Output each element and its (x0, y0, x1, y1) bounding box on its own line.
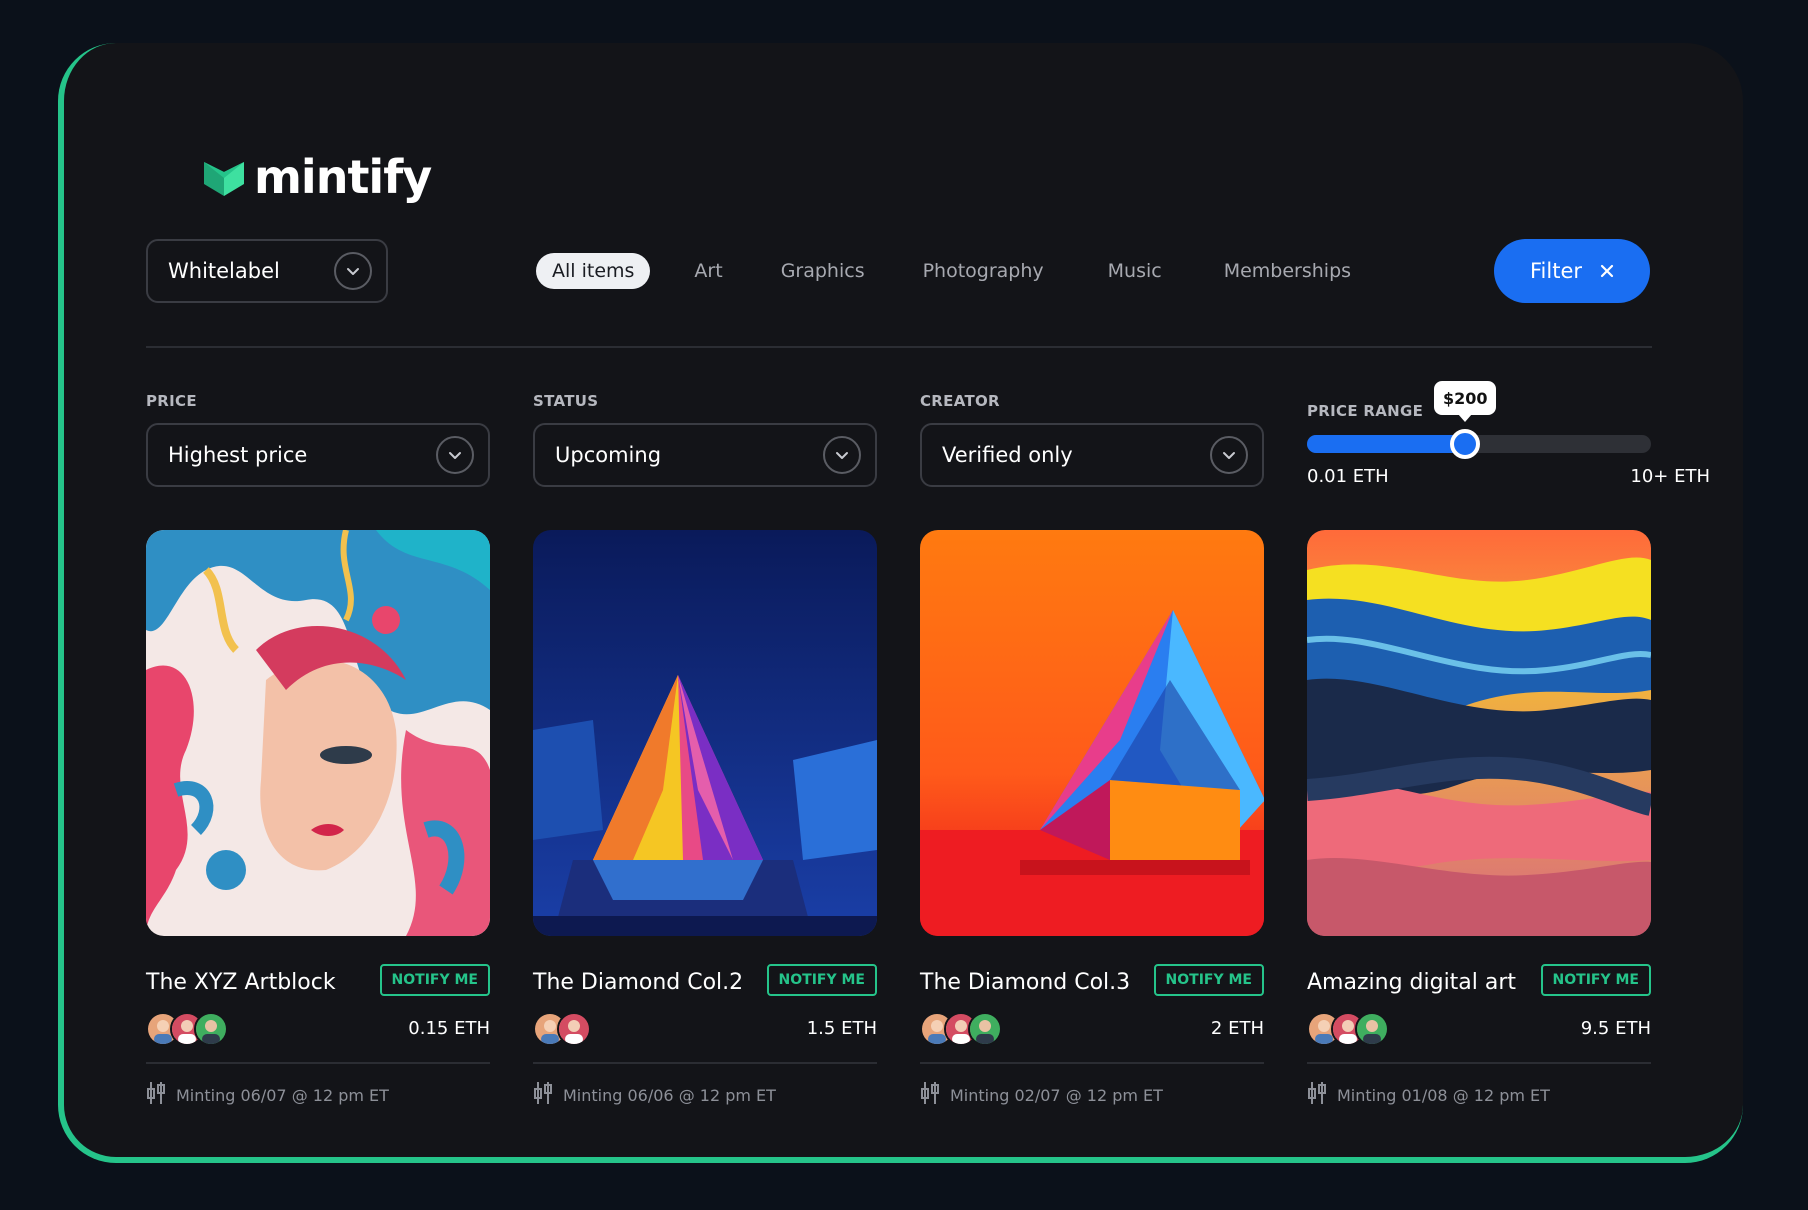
avatar[interactable] (968, 1012, 1002, 1046)
nft-title[interactable]: The XYZ Artblock (146, 970, 336, 995)
creator-avatars[interactable] (920, 1012, 1002, 1046)
card-divider (920, 1062, 1264, 1064)
creator-avatars[interactable] (146, 1012, 228, 1046)
creator-avatars[interactable] (1307, 1012, 1389, 1046)
filter-button[interactable]: Filter (1494, 239, 1650, 303)
minting-date: Minting 06/07 @ 12 pm ET (176, 1085, 389, 1105)
nft-image[interactable] (146, 530, 490, 936)
nft-image[interactable] (533, 530, 877, 936)
minting-info: Minting 01/08 @ 12 pm ET (1307, 1080, 1550, 1110)
creator-select-value: Verified only (942, 443, 1073, 467)
price-range-label: PRICE RANGE (1307, 402, 1424, 420)
main-panel: mintify Whitelabel All items Art Graphic… (58, 43, 1743, 1163)
chevron-down-icon (1210, 436, 1248, 474)
notify-me-button[interactable]: NOTIFY ME (1540, 964, 1651, 996)
minting-date: Minting 01/08 @ 12 pm ET (1337, 1085, 1550, 1105)
nft-image[interactable] (1307, 530, 1651, 936)
minting-info: Minting 06/07 @ 12 pm ET (146, 1080, 389, 1110)
close-icon[interactable] (1600, 259, 1614, 283)
notify-me-button[interactable]: NOTIFY ME (766, 964, 877, 996)
logo[interactable]: mintify (204, 147, 432, 207)
nft-title[interactable]: The Diamond Col.2 (533, 970, 743, 995)
price-range-tooltip: $200 (1434, 381, 1497, 415)
avatar[interactable] (1355, 1012, 1389, 1046)
card-divider (1307, 1062, 1651, 1064)
tab-photography[interactable]: Photography (907, 253, 1060, 289)
price-range-handle[interactable] (1450, 429, 1481, 459)
price-range-min: 0.01 ETH (1307, 466, 1389, 487)
filter-button-label: Filter (1529, 259, 1582, 283)
chevron-down-icon (436, 436, 474, 474)
status-select-value: Upcoming (555, 443, 662, 467)
nft-price: 1.5 ETH (806, 1018, 877, 1039)
nft-image[interactable] (920, 530, 1264, 936)
tab-graphics[interactable]: Graphics (765, 253, 881, 289)
price-select[interactable]: Highest price (146, 423, 490, 487)
card-divider (146, 1062, 490, 1064)
tab-all-items[interactable]: All items (536, 253, 651, 289)
tab-art[interactable]: Art (678, 253, 738, 289)
tab-music[interactable]: Music (1092, 253, 1178, 289)
candlestick-icon (920, 1080, 940, 1110)
candlestick-icon (533, 1080, 553, 1110)
nft-price: 2 ETH (1210, 1018, 1264, 1039)
nft-title[interactable]: Amazing digital art (1307, 970, 1516, 995)
avatar[interactable] (194, 1012, 228, 1046)
notify-me-button[interactable]: NOTIFY ME (379, 964, 490, 996)
nft-card[interactable]: The Diamond Col.2 NOTIFY ME 1.5 ETH Mint… (533, 530, 877, 1110)
candlestick-icon (1307, 1080, 1327, 1110)
nft-card[interactable]: Amazing digital art NOTIFY ME 9.5 ETH Mi… (1307, 530, 1651, 1110)
notify-me-button[interactable]: NOTIFY ME (1153, 964, 1264, 996)
card-divider (533, 1062, 877, 1064)
toolbar-divider (146, 346, 1652, 348)
creator-avatars[interactable] (533, 1012, 591, 1046)
nft-title[interactable]: The Diamond Col.3 (920, 970, 1130, 995)
minting-info: Minting 02/07 @ 12 pm ET (920, 1080, 1163, 1110)
status-filter-label: STATUS (533, 392, 599, 410)
nft-card[interactable]: The XYZ Artblock NOTIFY ME 0.15 ETH Mint… (146, 530, 490, 1110)
candlestick-icon (146, 1080, 166, 1110)
minting-date: Minting 02/07 @ 12 pm ET (950, 1085, 1163, 1105)
chevron-down-icon (334, 252, 372, 290)
collection-select[interactable]: Whitelabel (146, 239, 388, 303)
nft-price: 9.5 ETH (1580, 1018, 1651, 1039)
nft-price: 0.15 ETH (408, 1018, 490, 1039)
creator-filter-label: CREATOR (920, 392, 1000, 410)
price-range-fill (1307, 435, 1466, 453)
nft-card[interactable]: The Diamond Col.3 NOTIFY ME 2 ETH Mintin… (920, 530, 1264, 1110)
avatar[interactable] (557, 1012, 591, 1046)
price-range-max: 10+ ETH (1630, 466, 1710, 487)
category-tabs: All items Art Graphics Photography Music… (536, 252, 1367, 290)
price-filter-label: PRICE (146, 392, 197, 410)
status-select[interactable]: Upcoming (533, 423, 877, 487)
creator-select[interactable]: Verified only (920, 423, 1264, 487)
tab-memberships[interactable]: Memberships (1208, 253, 1367, 289)
collection-select-value: Whitelabel (168, 259, 280, 283)
mintify-logo-icon (204, 158, 244, 196)
price-select-value: Highest price (168, 443, 308, 467)
chevron-down-icon (823, 436, 861, 474)
minting-date: Minting 06/06 @ 12 pm ET (563, 1085, 776, 1105)
minting-info: Minting 06/06 @ 12 pm ET (533, 1080, 776, 1110)
brand-name: mintify (254, 150, 432, 204)
